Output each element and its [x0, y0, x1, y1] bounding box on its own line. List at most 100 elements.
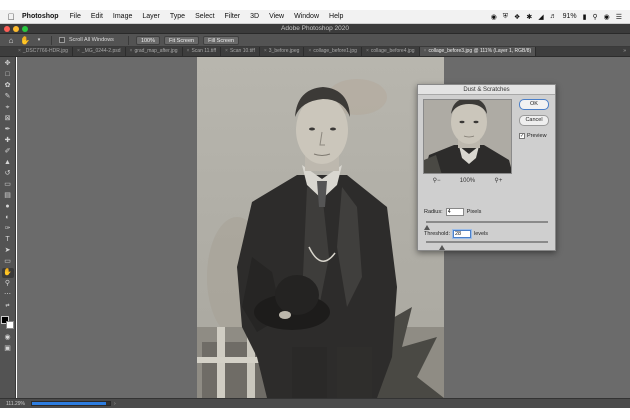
frame-icon[interactable]: ⊠ — [2, 114, 14, 124]
close-window-icon[interactable] — [4, 26, 10, 32]
more-tools-icon[interactable]: ⋯ — [2, 290, 14, 300]
hand-tool-preset-icon[interactable]: ✋ — [20, 36, 30, 45]
menu-help[interactable]: Help — [329, 13, 343, 20]
menu-file[interactable]: File — [70, 13, 81, 20]
close-tab-icon[interactable]: × — [187, 48, 190, 54]
preview-checkbox-row[interactable]: ✓ Preview — [519, 133, 547, 139]
tab-document[interactable]: × collage_before1.jpg — [304, 47, 362, 56]
crop-icon[interactable]: ⌖ — [2, 103, 14, 113]
cancel-button[interactable]: Cancel — [519, 115, 549, 126]
hand-icon[interactable]: ✋ — [1, 268, 14, 278]
swap-colors-icon[interactable]: ⇄ — [2, 301, 14, 311]
quick-select-icon[interactable]: ✎ — [2, 92, 14, 102]
shape-icon[interactable]: ▭ — [2, 257, 14, 267]
wifi-icon[interactable]: ◢ — [538, 13, 543, 21]
threshold-slider-thumb[interactable] — [439, 245, 445, 250]
document-image[interactable] — [197, 57, 444, 398]
home-icon[interactable]: ⌂ — [6, 36, 16, 45]
radius-unit: Pixels — [466, 209, 482, 215]
background-color[interactable] — [5, 321, 14, 329]
control-center-icon[interactable]: ◉ — [604, 13, 610, 21]
type-icon[interactable]: T — [2, 235, 14, 245]
bluetooth-icon[interactable]: ✱ — [526, 13, 532, 21]
move-icon[interactable]: ✥ — [2, 59, 14, 69]
lasso-icon[interactable]: ✿ — [2, 81, 14, 91]
history-brush-icon[interactable]: ↺ — [2, 169, 14, 179]
close-tab-icon[interactable]: × — [225, 48, 228, 54]
close-tab-icon[interactable]: × — [264, 48, 267, 54]
tab-document[interactable]: × Scan 11.tiff — [183, 47, 222, 56]
zoom-out-icon[interactable]: ⚲− — [433, 177, 441, 184]
menu-filter[interactable]: Filter — [225, 13, 241, 20]
zoom-100-button[interactable]: 100% — [135, 35, 161, 45]
stamp-icon[interactable]: ▲ — [2, 158, 14, 168]
close-tab-icon[interactable]: × — [366, 48, 369, 54]
menu-view[interactable]: View — [269, 13, 284, 20]
vintage-portrait-photo — [197, 79, 444, 398]
healing-icon[interactable]: ✚ — [2, 136, 14, 146]
preview-checkbox[interactable]: ✓ — [519, 133, 525, 139]
apple-icon[interactable]:  — [4, 12, 18, 22]
path-select-icon[interactable]: ➤ — [2, 246, 14, 256]
tab-document-active[interactable]: × collage_before3.jpg @ 111% (Layer 1, RG… — [419, 47, 537, 56]
tab-document[interactable]: × Scan 10.tiff — [221, 47, 260, 56]
chevron-right-icon[interactable]: › — [114, 401, 116, 407]
tab-label: 3_before.jpeg — [268, 48, 300, 54]
tab-document[interactable]: × 3_before.jpeg — [260, 47, 305, 56]
quick-mask-icon[interactable]: ◉ — [2, 333, 14, 343]
radius-input[interactable] — [445, 208, 464, 216]
fit-screen-button[interactable]: Fit Screen — [164, 35, 200, 45]
menu-icon[interactable]: ☰ — [616, 13, 622, 21]
close-tab-icon[interactable]: × — [18, 48, 21, 54]
ok-button[interactable]: OK — [519, 99, 549, 110]
menu-layer[interactable]: Layer — [142, 13, 160, 20]
menu-3d[interactable]: 3D — [250, 13, 259, 20]
pen-icon[interactable]: ✑ — [2, 224, 14, 234]
tab-document[interactable]: × _MG_0244-2.psd — [73, 47, 126, 56]
close-tab-icon[interactable]: × — [77, 48, 80, 54]
dodge-icon[interactable]: ◐ — [2, 213, 14, 223]
gradient-icon[interactable]: ▤ — [2, 191, 14, 201]
menu-type[interactable]: Type — [170, 13, 185, 20]
window-title: Adobe Photoshop 2020 — [281, 25, 349, 32]
volume-icon[interactable]: ♬ — [550, 13, 557, 20]
radius-row: Radius: Pixels — [424, 208, 481, 216]
menu-select[interactable]: Select — [195, 13, 214, 20]
menu-app-name[interactable]: Photoshop — [22, 13, 59, 20]
tabs-overflow-button[interactable]: » — [619, 47, 630, 56]
minimize-window-icon[interactable] — [13, 26, 19, 32]
radius-slider[interactable] — [424, 221, 548, 230]
separator — [51, 35, 52, 45]
close-tab-icon[interactable]: × — [130, 48, 133, 54]
zoom-in-icon[interactable]: ⚲+ — [494, 177, 502, 184]
eyedropper-icon[interactable]: ✒ — [2, 125, 14, 135]
tab-document[interactable]: × grad_map_after.jpg — [126, 47, 183, 56]
battery-icon[interactable]: ▮ — [583, 13, 587, 21]
menu-edit[interactable]: Edit — [91, 13, 103, 20]
eraser-icon[interactable]: ▭ — [2, 180, 14, 190]
close-tab-icon[interactable]: × — [424, 48, 427, 54]
color-swatches[interactable] — [0, 316, 15, 330]
chevron-down-icon[interactable]: ▾ — [34, 37, 44, 43]
close-tab-icon[interactable]: × — [308, 48, 311, 54]
zoom-icon[interactable]: ⚲ — [2, 279, 14, 289]
menu-window[interactable]: Window — [294, 13, 319, 20]
filter-preview[interactable] — [423, 99, 512, 174]
shield-icon[interactable]: ⛨ — [503, 13, 508, 21]
creative-cloud-icon[interactable]: ◉ — [491, 13, 497, 21]
blur-icon[interactable]: ● — [2, 202, 14, 212]
tab-document[interactable]: × _DSC7766-HDR.jpg — [14, 47, 73, 56]
zoom-level[interactable]: 111.29% — [6, 401, 25, 407]
dropbox-icon[interactable]: ❖ — [514, 13, 520, 21]
zoom-window-icon[interactable] — [22, 26, 28, 32]
threshold-slider[interactable] — [426, 241, 548, 250]
threshold-input[interactable] — [453, 230, 471, 238]
brush-icon[interactable]: ✐ — [2, 147, 14, 157]
screen-mode-icon[interactable]: ▣ — [2, 344, 14, 354]
search-icon[interactable]: ⚲ — [592, 13, 597, 21]
tab-document[interactable]: × collage_before4.jpg — [362, 47, 420, 56]
scroll-all-windows-checkbox[interactable] — [59, 37, 65, 43]
menu-image[interactable]: Image — [113, 13, 132, 20]
marquee-icon[interactable]: □ — [2, 70, 14, 80]
fill-screen-button[interactable]: Fill Screen — [203, 35, 240, 45]
